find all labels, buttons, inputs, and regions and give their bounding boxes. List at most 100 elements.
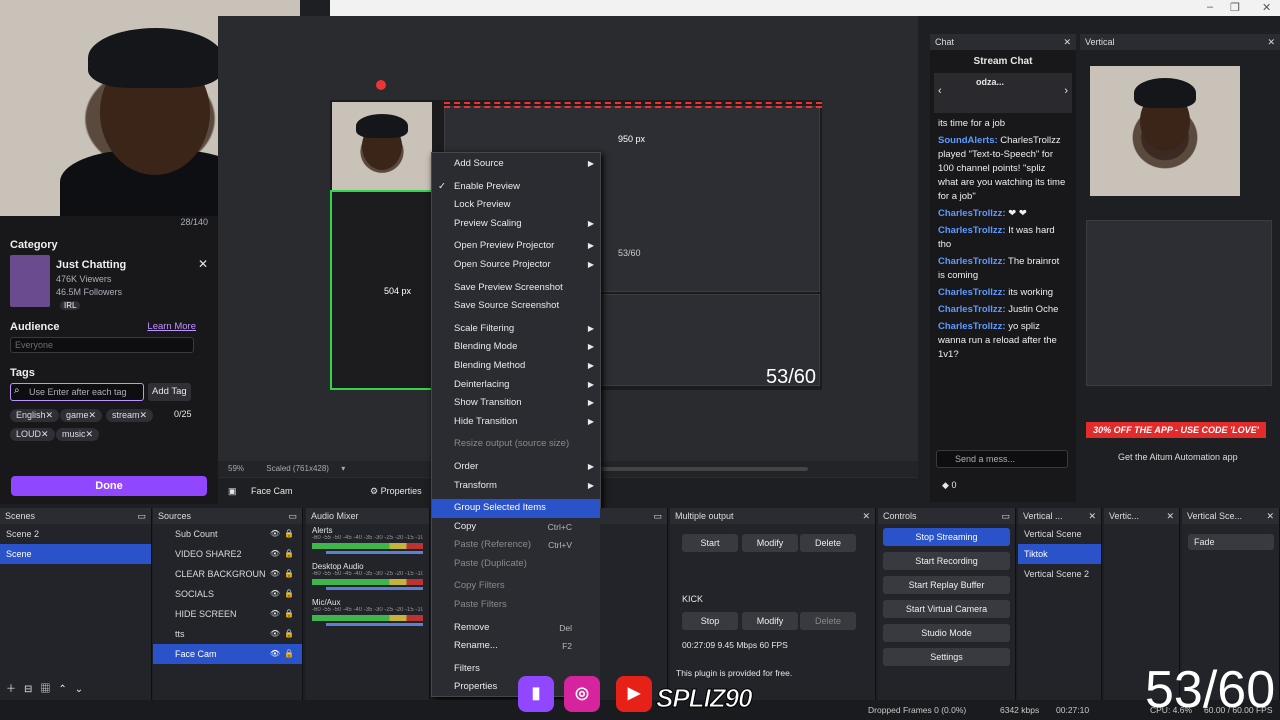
lock-icon[interactable]: 🔒 — [284, 604, 294, 624]
menu-item-save-preview-screenshot[interactable]: Save Preview Screenshot — [432, 279, 600, 298]
visibility-icon[interactable]: 👁 — [270, 584, 280, 604]
visibility-icon[interactable]: 👁 — [270, 524, 280, 544]
source-item[interactable]: Sub Count 👁 🔒 — [153, 524, 302, 544]
lock-icon[interactable]: 🔒 — [284, 544, 294, 564]
dock-menu-icon[interactable]: ▭ — [137, 508, 146, 524]
menu-item-deinterlacing[interactable]: Deinterlacing ▶ — [432, 376, 600, 395]
close-window-button[interactable]: ✕ — [1262, 1, 1271, 14]
properties-button[interactable]: ⚙ Properties — [370, 480, 422, 502]
settings-button[interactable]: Settings — [883, 648, 1010, 666]
stop-streaming-button[interactable]: Stop Streaming — [883, 528, 1010, 546]
menu-item-paste-filters[interactable]: Paste Filters — [432, 596, 600, 615]
dock-menu-icon[interactable]: ▭ — [1001, 508, 1010, 524]
close-icon[interactable]: ✕ — [1267, 34, 1275, 50]
close-icon[interactable]: ✕ — [862, 508, 870, 524]
transition-select[interactable]: Fade — [1188, 534, 1274, 550]
lock-icon[interactable]: 🔒 — [284, 644, 294, 664]
start-replay-buffer-button[interactable]: Start Replay Buffer — [883, 576, 1010, 594]
close-icon[interactable]: ✕ — [1166, 508, 1174, 524]
chat-input[interactable]: Send a mess... — [936, 450, 1068, 468]
vertical-scene-item[interactable]: Tiktok — [1018, 544, 1101, 564]
learn-more-link[interactable]: Learn More — [147, 321, 196, 332]
get-app-link[interactable]: Get the Aitum Automation app — [1118, 452, 1238, 462]
delete-button[interactable]: Delete — [800, 612, 856, 630]
volume-slider[interactable] — [326, 623, 423, 626]
volume-slider[interactable] — [326, 551, 423, 554]
minimize-button[interactable]: – — [1207, 1, 1213, 13]
tag-input[interactable]: Use Enter after each tag — [10, 383, 144, 401]
modify-button[interactable]: Modify — [742, 612, 798, 630]
start-virtual-camera-button[interactable]: Start Virtual Camera — [883, 600, 1010, 618]
tag-chip[interactable]: music✕ — [56, 428, 100, 441]
menu-item-transform[interactable]: Transform ▶ — [432, 477, 600, 496]
close-icon[interactable]: ✕ — [198, 257, 208, 271]
dock-menu-icon[interactable]: ▭ — [288, 508, 297, 524]
facecam-source[interactable] — [332, 102, 432, 192]
volume-slider[interactable] — [326, 587, 423, 590]
menu-item-scale-filtering[interactable]: Scale Filtering ▶ — [432, 320, 600, 339]
start-recording-button[interactable]: Start Recording — [883, 552, 1010, 570]
menu-item-resize-output-source-size[interactable]: Resize output (source size) — [432, 435, 600, 454]
source-item[interactable]: tts 👁 🔒 — [153, 624, 302, 644]
lock-icon[interactable]: 🔒 — [284, 564, 294, 584]
gift-leaderboard[interactable]: odza... ‹ › — [934, 73, 1072, 113]
tag-chip[interactable]: game✕ — [60, 409, 103, 422]
menu-item-group-selected-items[interactable]: Group Selected Items — [432, 499, 600, 518]
menu-item-add-source[interactable]: Add Source ▶ — [432, 155, 600, 174]
visibility-icon[interactable]: 👁 — [270, 644, 280, 664]
vertical-scene-item[interactable]: Vertical Scene 2 — [1018, 564, 1101, 584]
menu-item-paste-duplicate[interactable]: Paste (Duplicate) — [432, 555, 600, 574]
lock-icon[interactable]: 🔒 — [284, 624, 294, 644]
rotate-handle[interactable] — [376, 80, 386, 90]
menu-item-show-transition[interactable]: Show Transition ▶ — [432, 394, 600, 413]
chevron-right-icon[interactable]: › — [1064, 85, 1068, 97]
tag-chip[interactable]: English✕ — [10, 409, 60, 422]
menu-item-enable-preview[interactable]: Enable Preview ✓ — [432, 178, 600, 197]
start-button[interactable]: Start — [682, 534, 738, 552]
done-button[interactable]: Done — [11, 476, 207, 496]
source-item[interactable]: Face Cam 👁 🔒 — [153, 644, 302, 664]
source-item[interactable]: HIDE SCREEN 👁 🔒 — [153, 604, 302, 624]
promo-banner[interactable]: 30% OFF THE APP - USE CODE 'LOVE' — [1086, 422, 1266, 438]
menu-item-remove[interactable]: Remove Del — [432, 619, 600, 638]
close-icon[interactable]: ✕ — [1266, 508, 1274, 524]
close-icon[interactable]: ✕ — [1063, 34, 1071, 50]
lock-icon[interactable]: 🔒 — [284, 524, 294, 544]
vertical-scene-item[interactable]: Vertical Scene — [1018, 524, 1101, 544]
visibility-icon[interactable]: 👁 — [270, 544, 280, 564]
stop-button[interactable]: Stop — [682, 612, 738, 630]
menu-item-open-preview-projector[interactable]: Open Preview Projector ▶ — [432, 237, 600, 256]
close-icon[interactable]: ✕ — [1088, 508, 1096, 524]
tag-chip[interactable]: stream✕ — [106, 409, 154, 422]
tag-chip[interactable]: LOUD✕ — [10, 428, 55, 441]
visibility-icon[interactable]: 👁 — [270, 564, 280, 584]
category-card[interactable]: Just Chatting 476K Viewers 46.5M Followe… — [10, 255, 208, 321]
audience-select[interactable]: Everyone — [10, 337, 194, 353]
scene-item[interactable]: Scene — [0, 544, 151, 564]
menu-item-rename[interactable]: Rename... F2 — [432, 637, 600, 656]
source-item[interactable]: SOCIALS 👁 🔒 — [153, 584, 302, 604]
menu-item-copy-filters[interactable]: Copy Filters — [432, 577, 600, 596]
menu-item-hide-transition[interactable]: Hide Transition ▶ — [432, 413, 600, 432]
menu-item-order[interactable]: Order ▶ — [432, 458, 600, 477]
menu-item-blending-mode[interactable]: Blending Mode ▶ — [432, 338, 600, 357]
scene-toolbar[interactable]: ＋⊟▦⌃⌄ — [6, 680, 91, 695]
menu-item-copy[interactable]: Copy Ctrl+C — [432, 518, 600, 537]
studio-mode-button[interactable]: Studio Mode — [883, 624, 1010, 642]
chevron-down-icon[interactable]: ▾ — [341, 464, 345, 473]
menu-item-preview-scaling[interactable]: Preview Scaling ▶ — [432, 215, 600, 234]
source-item[interactable]: CLEAR BACKGROUN 👁 🔒 — [153, 564, 302, 584]
visibility-icon[interactable]: 👁 — [270, 624, 280, 644]
modify-button[interactable]: Modify — [742, 534, 798, 552]
dock-menu-icon[interactable]: ▭ — [653, 508, 662, 524]
menu-item-lock-preview[interactable]: Lock Preview — [432, 196, 600, 215]
menu-item-paste-reference[interactable]: Paste (Reference) Ctrl+V — [432, 536, 600, 555]
chevron-left-icon[interactable]: ‹ — [938, 85, 942, 97]
scene-item[interactable]: Scene 2 — [0, 524, 151, 544]
menu-item-blending-method[interactable]: Blending Method ▶ — [432, 357, 600, 376]
zoom-level[interactable]: 59% — [228, 464, 244, 473]
lock-icon[interactable]: 🔒 — [284, 584, 294, 604]
menu-item-save-source-screenshot[interactable]: Save Source Screenshot — [432, 297, 600, 316]
visibility-icon[interactable]: 👁 — [270, 604, 280, 624]
menu-item-open-source-projector[interactable]: Open Source Projector ▶ — [432, 256, 600, 275]
